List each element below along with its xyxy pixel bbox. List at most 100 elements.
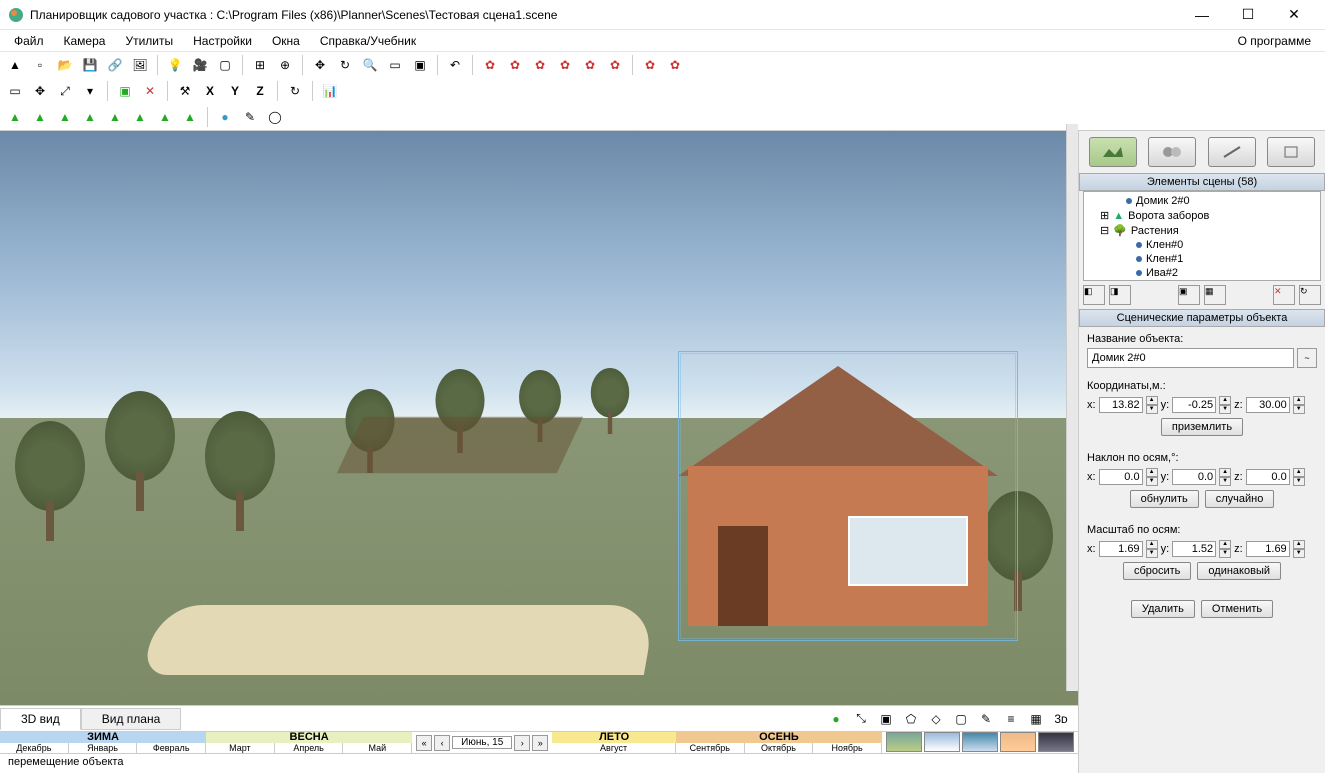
shape2-icon[interactable]: ▲: [29, 106, 51, 128]
vt-green-icon[interactable]: ●: [825, 708, 847, 730]
shape7-icon[interactable]: ▲: [154, 106, 176, 128]
camera-view-icon[interactable]: 🎥: [189, 54, 211, 76]
name-revert-button[interactable]: ~: [1297, 348, 1317, 368]
rect-icon[interactable]: ▭: [4, 80, 26, 102]
tree-btn-4[interactable]: ▦: [1204, 285, 1226, 305]
tilt-x-input[interactable]: [1099, 469, 1143, 485]
cancel-button[interactable]: Отменить: [1201, 600, 1273, 618]
x-axis-icon[interactable]: X: [199, 80, 221, 102]
rp-mode-cube[interactable]: [1267, 137, 1315, 167]
vt-pencil-icon[interactable]: ✎: [975, 708, 997, 730]
vt-cube-icon[interactable]: ▦: [1025, 708, 1047, 730]
chart-icon[interactable]: 📊: [319, 80, 341, 102]
tree-node-plants[interactable]: ⊟ 🌳 Растения: [1088, 223, 1316, 238]
coord-y-up[interactable]: ▲: [1219, 396, 1231, 405]
image-icon[interactable]: 🖼: [129, 54, 151, 76]
coord-z-up[interactable]: ▲: [1293, 396, 1305, 405]
same-button[interactable]: одинаковый: [1197, 562, 1281, 580]
vt-diamond-icon[interactable]: ◇: [925, 708, 947, 730]
shape8-icon[interactable]: ▲: [179, 106, 201, 128]
coord-z-input[interactable]: [1246, 397, 1290, 413]
tree-node-maple0[interactable]: Клен#0: [1088, 238, 1316, 252]
square-icon[interactable]: ▢: [214, 54, 236, 76]
scale-x-up[interactable]: ▲: [1146, 540, 1158, 549]
effect5-icon[interactable]: ✿: [579, 54, 601, 76]
tl-prev-button[interactable]: ‹: [434, 735, 450, 751]
scale-icon[interactable]: ⤢: [54, 80, 76, 102]
thumb-3[interactable]: [962, 732, 998, 752]
shape1-icon[interactable]: ▲: [4, 106, 26, 128]
thumb-4[interactable]: [1000, 732, 1036, 752]
scale-z-dn[interactable]: ▼: [1293, 549, 1305, 558]
menu-about[interactable]: О программе: [1228, 32, 1321, 50]
vt-stack-icon[interactable]: ≡: [1000, 708, 1022, 730]
z-axis-icon[interactable]: Z: [249, 80, 271, 102]
effect1-icon[interactable]: ✿: [479, 54, 501, 76]
eyedropper-icon[interactable]: ✎: [239, 106, 261, 128]
coord-x-input[interactable]: [1099, 397, 1143, 413]
rp-mode-measure[interactable]: [1208, 137, 1256, 167]
effect3-icon[interactable]: ✿: [529, 54, 551, 76]
tree-btn-3[interactable]: ▣: [1178, 285, 1200, 305]
menu-settings[interactable]: Настройки: [183, 32, 262, 50]
coord-y-dn[interactable]: ▼: [1219, 405, 1231, 414]
tilt-z-dn[interactable]: ▼: [1293, 477, 1305, 486]
tree-btn-5[interactable]: ✕: [1273, 285, 1295, 305]
zoom-icon[interactable]: 🔍: [359, 54, 381, 76]
tilt-z-input[interactable]: [1246, 469, 1290, 485]
shape4-icon[interactable]: ▲: [79, 106, 101, 128]
effect7-icon[interactable]: ✿: [639, 54, 661, 76]
scale-y-up[interactable]: ▲: [1219, 540, 1231, 549]
thumb-2[interactable]: [924, 732, 960, 752]
tilt-x-dn[interactable]: ▼: [1146, 477, 1158, 486]
tl-last-button[interactable]: »: [532, 735, 548, 751]
coord-x-up[interactable]: ▲: [1146, 396, 1158, 405]
viewport-3d[interactable]: [0, 131, 1078, 705]
thumb-1[interactable]: [886, 732, 922, 752]
vt-axes-icon[interactable]: ⤡: [850, 708, 872, 730]
select-area-icon[interactable]: ▣: [409, 54, 431, 76]
vt-square-icon[interactable]: ▢: [950, 708, 972, 730]
pointer-icon[interactable]: ▲: [4, 54, 26, 76]
tree-node-willow[interactable]: Ива#2: [1088, 266, 1316, 280]
vt-3d-icon[interactable]: 3ᴅ: [1050, 708, 1072, 730]
target-icon[interactable]: ⊕: [274, 54, 296, 76]
link-icon[interactable]: 🔗: [104, 54, 126, 76]
scale-y-input[interactable]: [1172, 541, 1216, 557]
menu-utils[interactable]: Утилиты: [115, 32, 183, 50]
new-icon[interactable]: ▫: [29, 54, 51, 76]
shape6-icon[interactable]: ▲: [129, 106, 151, 128]
tl-first-button[interactable]: «: [416, 735, 432, 751]
ground-button[interactable]: приземлить: [1161, 418, 1243, 436]
tree-btn-1[interactable]: ◧: [1083, 285, 1105, 305]
effect8-icon[interactable]: ✿: [664, 54, 686, 76]
minimize-button[interactable]: —: [1179, 1, 1225, 29]
coord-x-dn[interactable]: ▼: [1146, 405, 1158, 414]
delete-object-button[interactable]: Удалить: [1131, 600, 1195, 618]
scale-z-input[interactable]: [1246, 541, 1290, 557]
effect2-icon[interactable]: ✿: [504, 54, 526, 76]
zero-button[interactable]: обнулить: [1130, 490, 1199, 508]
tree-node-fence[interactable]: ⊞ ▲ Ворота заборов: [1088, 208, 1316, 223]
shape5-icon[interactable]: ▲: [104, 106, 126, 128]
save-icon[interactable]: 💾: [79, 54, 101, 76]
copy-icon[interactable]: ▣: [114, 80, 136, 102]
reset-button[interactable]: сбросить: [1123, 562, 1191, 580]
tl-next-button[interactable]: ›: [514, 735, 530, 751]
tree-btn-2[interactable]: ◨: [1109, 285, 1131, 305]
tilt-z-up[interactable]: ▲: [1293, 468, 1305, 477]
thumb-5[interactable]: [1038, 732, 1074, 752]
grid-icon[interactable]: ⊞: [249, 54, 271, 76]
tool-icon[interactable]: ⚒: [174, 80, 196, 102]
object-name-input[interactable]: [1087, 348, 1294, 368]
y-axis-icon[interactable]: Y: [224, 80, 246, 102]
scale-x-dn[interactable]: ▼: [1146, 549, 1158, 558]
vt-poly-icon[interactable]: ⬠: [900, 708, 922, 730]
shape3-icon[interactable]: ▲: [54, 106, 76, 128]
select-rect-icon[interactable]: ▭: [384, 54, 406, 76]
dropdown-icon[interactable]: ▾: [79, 80, 101, 102]
coord-y-input[interactable]: [1172, 397, 1216, 413]
bulb-icon[interactable]: 💡: [164, 54, 186, 76]
random-button[interactable]: случайно: [1205, 490, 1275, 508]
vt-box-icon[interactable]: ▣: [875, 708, 897, 730]
